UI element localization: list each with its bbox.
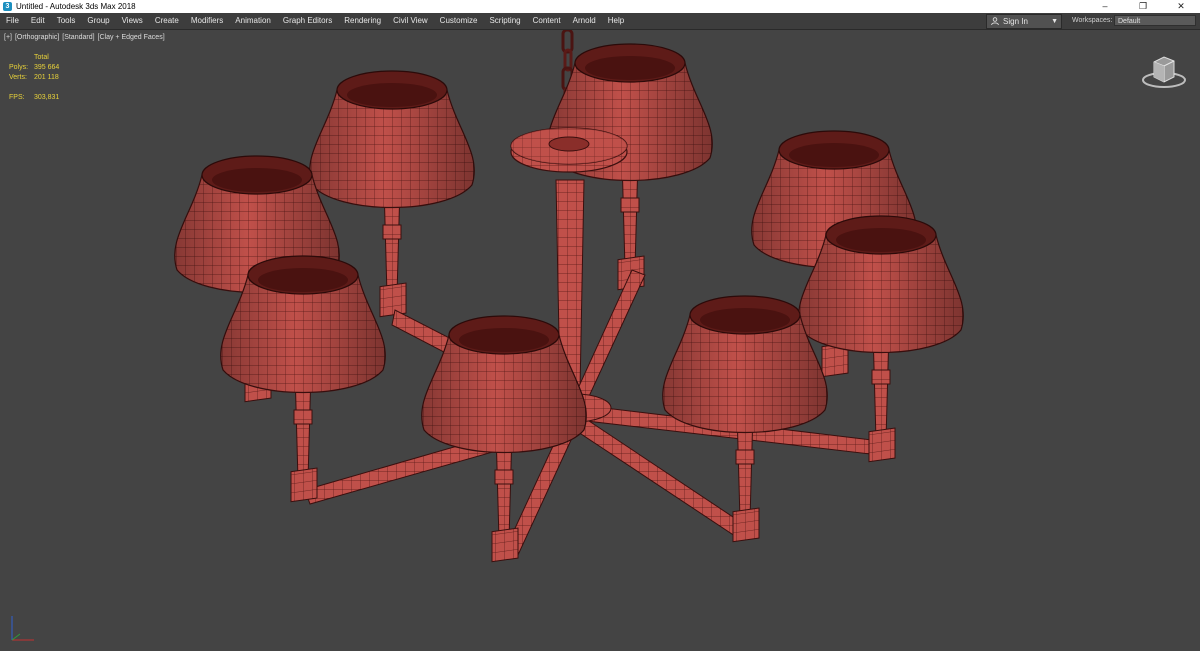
main-menu: File Edit Tools Group Views Create Modif… <box>0 13 630 29</box>
stats-fps-label: FPS: <box>9 94 25 101</box>
title-bar: 3 Untitled - Autodesk 3ds Max 2018 – ❐ ✕ <box>0 0 1200 13</box>
close-button[interactable]: ✕ <box>1162 0 1200 13</box>
scene-render[interactable] <box>0 30 1200 651</box>
stats-fps-value: 303,831 <box>34 94 60 101</box>
stats-polys-label: Polys: <box>9 64 29 71</box>
user-icon <box>991 17 999 25</box>
menu-modifiers[interactable]: Modifiers <box>185 13 229 29</box>
menu-edit[interactable]: Edit <box>25 13 51 29</box>
lamp-right-outer[interactable] <box>798 215 964 463</box>
sign-in-dropdown[interactable]: Sign In ▼ <box>986 14 1062 29</box>
viewport-shading-menu[interactable]: [Clay + Edged Faces] <box>98 34 165 41</box>
menu-customize[interactable]: Customize <box>434 13 484 29</box>
stats-verts-value: 201 118 <box>34 74 59 81</box>
window-controls: – ❐ ✕ <box>1086 0 1200 13</box>
menu-tools[interactable]: Tools <box>51 13 82 29</box>
menu-file[interactable]: File <box>0 13 25 29</box>
viewport-point-of-view-menu[interactable]: [Orthographic] <box>15 34 59 41</box>
workspaces-label: Workspaces: <box>1072 17 1113 24</box>
menu-civil-view[interactable]: Civil View <box>387 13 434 29</box>
sign-in-label: Sign In <box>1003 17 1028 26</box>
menu-scripting[interactable]: Scripting <box>483 13 526 29</box>
lamp-center-front[interactable] <box>421 315 587 563</box>
viewport-label-menu: [+] [Orthographic] [Standard] [Clay + Ed… <box>4 34 166 41</box>
menu-graph-editors[interactable]: Graph Editors <box>277 13 338 29</box>
axis-tripod-icon <box>11 616 34 641</box>
menu-animation[interactable]: Animation <box>229 13 277 29</box>
viewport-standard-menu[interactable]: [Standard] <box>62 34 94 41</box>
minimize-button[interactable]: – <box>1086 0 1124 13</box>
viewcube-icon[interactable] <box>1140 50 1188 90</box>
stats-total-header: Total <box>34 54 49 61</box>
stats-verts-label: Verts: <box>9 74 27 81</box>
menu-rendering[interactable]: Rendering <box>338 13 387 29</box>
lamp-left-front[interactable] <box>220 255 386 503</box>
menu-content[interactable]: Content <box>527 13 567 29</box>
menu-help[interactable]: Help <box>602 13 630 29</box>
menu-arnold[interactable]: Arnold <box>567 13 602 29</box>
menu-create[interactable]: Create <box>149 13 185 29</box>
perspective-viewport[interactable]: [+] [Orthographic] [Standard] [Clay + Ed… <box>0 30 1200 651</box>
menu-views[interactable]: Views <box>116 13 149 29</box>
chevron-down-icon: ▼ <box>1051 18 1058 25</box>
restore-button[interactable]: ❐ <box>1124 0 1162 13</box>
window-title: Untitled - Autodesk 3ds Max 2018 <box>16 2 136 11</box>
menu-group[interactable]: Group <box>81 13 115 29</box>
3ds-max-app-icon[interactable]: 3 <box>3 2 12 11</box>
viewport-general-menu[interactable]: [+] <box>4 34 12 41</box>
menu-bar: File Edit Tools Group Views Create Modif… <box>0 13 1200 30</box>
stats-polys-value: 395 664 <box>34 64 60 71</box>
workspaces-select[interactable]: Default <box>1114 15 1196 26</box>
